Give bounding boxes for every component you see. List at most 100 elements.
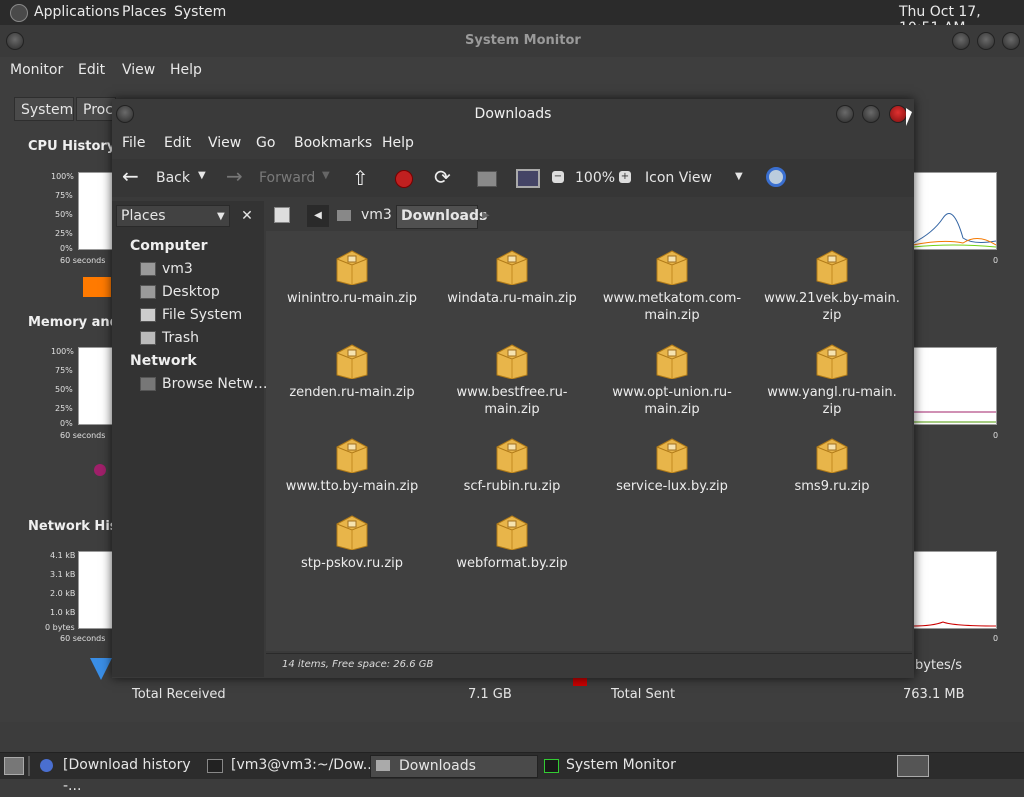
- zip-file-icon: [495, 435, 529, 474]
- file-item[interactable]: zenden.ru-main.zip: [272, 384, 432, 401]
- path-scroll-left-icon[interactable]: ◀: [307, 205, 329, 227]
- forward-button[interactable]: → Forward ▼: [224, 164, 334, 191]
- cpu-tick-50: 50%: [55, 210, 73, 219]
- cpu-graph-right: [912, 172, 997, 250]
- reload-icon[interactable]: ⟳: [434, 165, 451, 189]
- minimize-icon[interactable]: [952, 32, 970, 50]
- cpu-right-zero: 0: [993, 256, 999, 265]
- mem-tick-0: 0%: [60, 419, 73, 428]
- sidebar-item-browse-network[interactable]: Browse Netw…: [162, 376, 267, 392]
- places-combo-label: Places: [121, 208, 166, 224]
- zoom-out-icon[interactable]: −: [552, 171, 564, 183]
- path-button-downloads[interactable]: Downloads: [396, 205, 487, 229]
- memory-pie-icon: [94, 464, 106, 476]
- file-name-line: main.zip: [644, 402, 700, 417]
- cpu-tick-75: 75%: [55, 191, 73, 200]
- back-dropdown-icon[interactable]: ▼: [198, 170, 206, 181]
- fm-menu-help[interactable]: Help: [382, 135, 414, 151]
- task-downloads[interactable]: Downloads: [370, 755, 538, 778]
- file-item[interactable]: scf-rubin.ru.zip: [432, 478, 592, 495]
- home-icon[interactable]: [477, 171, 497, 187]
- back-button[interactable]: ← Back ▼: [120, 164, 220, 191]
- file-item[interactable]: www.metkatom.com-main.zip: [592, 290, 752, 324]
- menu-help[interactable]: Help: [170, 62, 202, 78]
- main-menu-icon[interactable]: [10, 4, 28, 22]
- places-menu[interactable]: Places: [122, 4, 167, 20]
- fm-minimize-icon[interactable]: [836, 105, 854, 123]
- file-item[interactable]: winintro.ru-main.zip: [272, 290, 432, 307]
- sidebar-item-trash[interactable]: Trash: [162, 330, 199, 346]
- fm-menu-file[interactable]: File: [122, 135, 145, 151]
- close-icon[interactable]: [1002, 32, 1020, 50]
- up-icon[interactable]: ⇧: [352, 166, 369, 190]
- cpu-graph-lines: [912, 213, 997, 248]
- file-name-line: zip: [822, 308, 842, 323]
- sidebar-item-file-system[interactable]: File System: [162, 307, 242, 323]
- zoom-level: 100%: [575, 170, 616, 186]
- tab-system[interactable]: System: [14, 97, 74, 121]
- view-mode-select[interactable]: Icon View ▼: [642, 165, 750, 191]
- task-download-history[interactable]: [Download history -...: [38, 755, 200, 794]
- applications-menu[interactable]: Applications: [34, 4, 120, 20]
- task-system-monitor[interactable]: System Monitor: [540, 755, 710, 776]
- memory-graph-right: [912, 347, 997, 425]
- stop-icon[interactable]: [395, 170, 413, 188]
- fm-menu-edit[interactable]: Edit: [164, 135, 191, 151]
- close-sidebar-icon[interactable]: ✕: [236, 205, 258, 227]
- path-vm3-label: vm3: [361, 207, 392, 223]
- path-button-vm3[interactable]: vm3: [331, 205, 392, 227]
- status-bar: 14 items, Free space: 26.6 GB: [266, 653, 912, 678]
- status-text: 14 items, Free space: 26.6 GB: [282, 659, 434, 670]
- fm-window-menu-icon[interactable]: [116, 105, 134, 123]
- show-desktop-icon[interactable]: [4, 757, 24, 775]
- window-menu-icon[interactable]: [6, 32, 24, 50]
- zip-file-icon: [495, 341, 529, 380]
- file-item[interactable]: www.21vek.by-main. zip: [752, 290, 912, 324]
- network-icon: [140, 377, 156, 391]
- forward-dropdown-icon[interactable]: ▼: [322, 170, 330, 181]
- task-terminal[interactable]: [vm3@vm3:~/Dow...: [205, 755, 376, 776]
- computer-icon[interactable]: [516, 169, 540, 188]
- cpu-tick-0: 0%: [60, 244, 73, 253]
- file-item[interactable]: webformat.by.zip: [432, 555, 592, 572]
- sidebar-item-desktop[interactable]: Desktop: [162, 284, 220, 300]
- search-icon[interactable]: [766, 167, 786, 187]
- places-dropdown-icon: ▼: [217, 211, 225, 222]
- cpu-history-heading: CPU History: [28, 139, 116, 154]
- file-item[interactable]: service-lux.by.zip: [592, 478, 752, 495]
- fm-close-icon[interactable]: [889, 105, 907, 123]
- edit-location-icon[interactable]: [274, 207, 290, 223]
- task-download-history-label: [Download history -...: [63, 757, 191, 794]
- file-item[interactable]: www.yangl.ru-main. zip: [752, 384, 912, 418]
- tab-processes[interactable]: Proc: [76, 97, 116, 121]
- menu-monitor[interactable]: Monitor: [10, 62, 63, 78]
- places-combo[interactable]: Places ▼: [116, 205, 230, 227]
- fm-menu-go[interactable]: Go: [256, 135, 275, 151]
- fm-menu-view[interactable]: View: [208, 135, 241, 151]
- task-terminal-label: [vm3@vm3:~/Dow...: [231, 757, 377, 773]
- fm-maximize-icon[interactable]: [862, 105, 880, 123]
- fm-menu-bookmarks[interactable]: Bookmarks: [294, 135, 372, 151]
- menu-view[interactable]: View: [122, 62, 155, 78]
- menu-edit[interactable]: Edit: [78, 62, 105, 78]
- file-item[interactable]: sms9.ru.zip: [752, 478, 912, 495]
- net-tick-3: 3.1 kB: [50, 570, 76, 579]
- sidebar-item-vm3[interactable]: vm3: [162, 261, 193, 277]
- file-item[interactable]: www.bestfree.ru-main.zip: [432, 384, 592, 418]
- file-item[interactable]: www.tto.by-main.zip: [272, 478, 432, 495]
- file-item[interactable]: stp-pskov.ru.zip: [272, 555, 432, 572]
- file-name-line: winintro.ru-main.zip: [287, 291, 417, 306]
- workspace-switcher[interactable]: [897, 755, 929, 777]
- task-system-monitor-label: System Monitor: [566, 757, 676, 773]
- maximize-icon[interactable]: [977, 32, 995, 50]
- mem-tick-25: 25%: [55, 404, 73, 413]
- file-name-line: www.tto.by-main.zip: [285, 479, 419, 494]
- mem-right-zero: 0: [993, 431, 999, 440]
- system-menu[interactable]: System: [174, 4, 226, 20]
- cpu-color-swatch[interactable]: [83, 277, 111, 297]
- zoom-in-icon[interactable]: +: [619, 171, 631, 183]
- file-item[interactable]: windata.ru-main.zip: [432, 290, 592, 307]
- path-scroll-right-icon[interactable]: ▶: [482, 205, 498, 227]
- network-graph-lines: [912, 621, 997, 627]
- file-item[interactable]: www.opt-union.ru-main.zip: [592, 384, 752, 418]
